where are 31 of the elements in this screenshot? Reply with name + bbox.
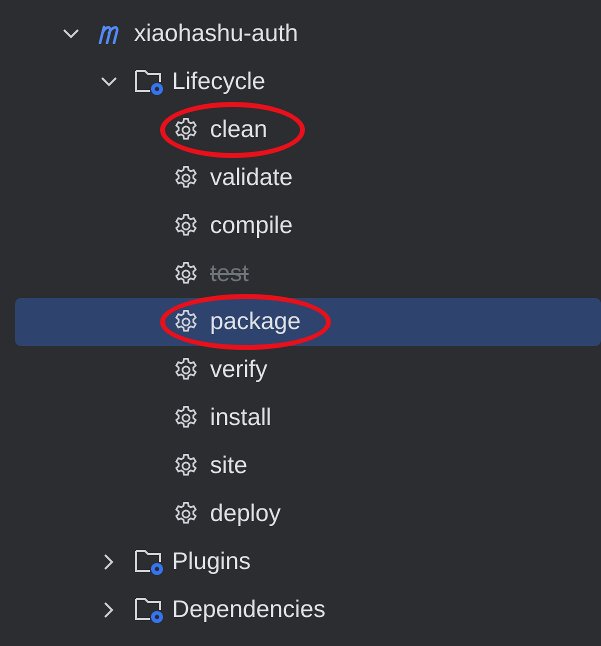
chevron-down-icon[interactable] xyxy=(63,29,79,39)
tree-label: test xyxy=(210,259,249,289)
tree-label: compile xyxy=(210,211,293,241)
tree-label: Dependencies xyxy=(172,595,326,625)
tree-row[interactable]: install xyxy=(15,394,601,442)
tree-row[interactable]: xiaohashu-auth xyxy=(15,10,601,58)
folder-gear-icon xyxy=(134,547,166,577)
tree-label: install xyxy=(210,403,272,433)
tree-label: Plugins xyxy=(172,547,251,577)
chevron-right-icon[interactable] xyxy=(104,602,114,618)
tree-label: validate xyxy=(210,163,293,193)
tree-row[interactable]: deploy xyxy=(15,490,601,538)
tree-label: xiaohashu-auth xyxy=(134,19,298,49)
folder-gear-icon xyxy=(134,595,166,625)
chevron-down-icon[interactable] xyxy=(101,77,117,87)
tree-row[interactable]: compile xyxy=(15,202,601,250)
tree-row[interactable]: Lifecycle xyxy=(15,58,601,106)
folder-gear-icon xyxy=(134,67,166,97)
tree-row[interactable]: clean xyxy=(15,106,601,154)
tree-row[interactable]: Dependencies xyxy=(15,586,601,634)
tree-label: verify xyxy=(210,355,268,385)
tree-label: site xyxy=(210,451,248,481)
tree-row[interactable]: site xyxy=(15,442,601,490)
tree-label: deploy xyxy=(210,499,281,529)
tree-label: clean xyxy=(210,115,268,145)
tree-row[interactable]: Plugins xyxy=(15,538,601,586)
chevron-right-icon[interactable] xyxy=(104,554,114,570)
tree-row[interactable]: verify xyxy=(15,346,601,394)
tree-label: package xyxy=(210,307,301,337)
tree-label: Lifecycle xyxy=(172,67,266,97)
tree-row[interactable]: validate xyxy=(15,154,601,202)
